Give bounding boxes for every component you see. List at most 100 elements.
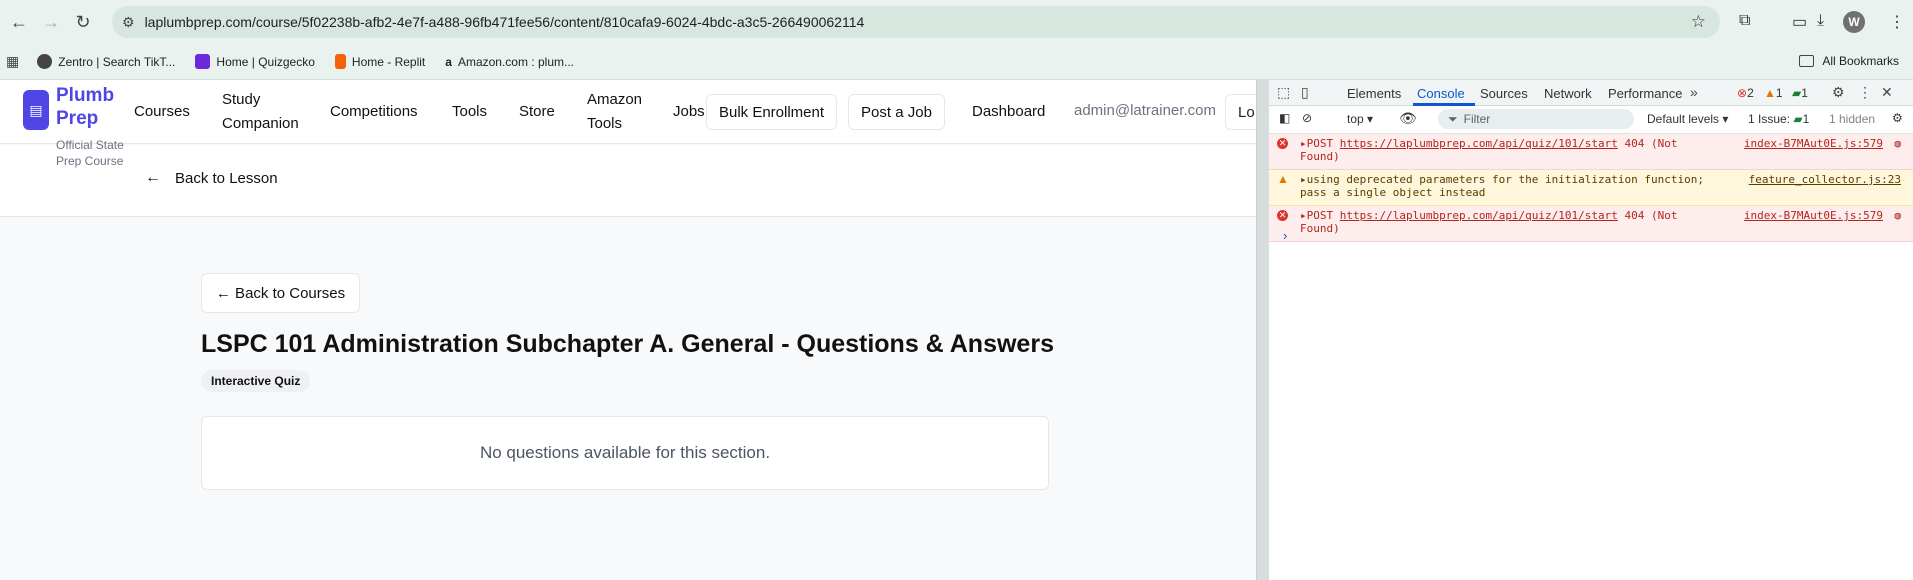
post-job-button[interactable]: Post a Job (848, 94, 945, 130)
log-status-cont: Found) (1300, 222, 1340, 235)
download-icon[interactable]: ⤓ (1817, 12, 1824, 30)
tab-sources[interactable]: Sources (1480, 86, 1528, 101)
cast-icon[interactable]: ▭ (1792, 12, 1807, 32)
nav-tools[interactable]: Tools (452, 100, 487, 124)
log-source-link[interactable]: index-B7MAut0E.js:579 (1744, 209, 1883, 222)
log-text-cont: pass a single object instead (1300, 186, 1486, 199)
brand-line: Plumb (56, 85, 115, 106)
menu-kebab-icon[interactable]: ⋮ (1889, 12, 1905, 32)
site-info-icon[interactable]: ⚙ (122, 14, 135, 31)
bookmarks-bar: ▦ Zentro | Search TikT... Home | Quizgec… (0, 44, 1913, 80)
back-arrow-icon[interactable]: ← (4, 7, 34, 37)
message-count[interactable]: ▰1 (1792, 86, 1808, 100)
all-bookmarks-button[interactable]: All Bookmarks (1799, 54, 1899, 68)
bookmark-label: Amazon.com : plum... (457, 54, 574, 69)
quiz-badge: Interactive Quiz (201, 370, 311, 392)
tab-performance[interactable]: Performance (1608, 86, 1682, 101)
reload-icon[interactable]: ↻ (68, 7, 98, 37)
back-to-courses-button[interactable]: ← Back to Courses (201, 273, 360, 313)
apps-grid-icon[interactable]: ▦ (6, 53, 19, 70)
close-icon[interactable]: ✕ (1881, 84, 1893, 101)
tagline-line: Prep Course (56, 154, 124, 168)
tab-elements[interactable]: Elements (1347, 86, 1401, 101)
all-bookmarks-label: All Bookmarks (1822, 54, 1899, 68)
bookmark-star-icon[interactable]: ☆ (1691, 12, 1706, 32)
console-error-row[interactable]: ✕ ▸POST https://laplumbprep.com/api/quiz… (1269, 134, 1913, 170)
globe-icon: ◍ (1894, 137, 1901, 150)
nav-label: Study (222, 91, 261, 108)
warning-count-value: 1 (1775, 86, 1783, 100)
back-to-lesson-link[interactable]: ← Back to Lesson (145, 169, 278, 187)
log-source-link[interactable]: index-B7MAut0E.js:579 (1744, 137, 1883, 150)
message-count-value: 1 (1801, 86, 1808, 100)
issues-count: 1 (1802, 112, 1810, 126)
forward-arrow-icon[interactable]: → (36, 7, 66, 37)
clear-console-icon[interactable]: ⊘ (1302, 111, 1312, 125)
bulk-enrollment-button[interactable]: Bulk Enrollment (706, 94, 837, 130)
bookmark-zentro[interactable]: Zentro | Search TikT... (37, 54, 175, 69)
console-warning-row[interactable]: ▲ ▸using deprecated parameters for the i… (1269, 170, 1913, 206)
nav-study-companion[interactable]: Study Companion (222, 88, 299, 136)
devtools-menu-icon[interactable]: ⋮ (1858, 84, 1872, 101)
nav-label: Tools (587, 115, 623, 132)
devtools-splitter[interactable] (1256, 80, 1269, 580)
log-method: POST (1306, 209, 1334, 222)
arrow-left-icon: ← (145, 169, 161, 186)
bookmark-amazon[interactable]: a Amazon.com : plum... (445, 55, 574, 69)
more-tabs-icon[interactable]: » (1690, 84, 1698, 100)
amazon-icon: a (445, 54, 452, 69)
address-bar[interactable]: ⚙ laplumbprep.com/course/5f02238b-afb2-4… (112, 6, 1720, 38)
issues-link[interactable]: 1 Issue: ▰1 (1748, 112, 1809, 126)
device-toggle-icon[interactable]: ▯ (1301, 84, 1309, 101)
inspect-icon[interactable]: ⬚ (1277, 84, 1290, 101)
settings-gear-icon[interactable]: ⚙ (1832, 84, 1845, 101)
nav-dashboard[interactable]: Dashboard (972, 100, 1045, 124)
devtools-tabbar: ⬚ ▯ Elements Console Sources Network Per… (1269, 80, 1913, 106)
eye-icon[interactable]: 👁 (1399, 110, 1417, 127)
nav-courses[interactable]: Courses (134, 100, 190, 124)
tab-network[interactable]: Network (1544, 86, 1592, 101)
web-page: ▤ Plumb Prep Courses Study Companion Com… (0, 80, 1256, 580)
log-method: POST (1306, 137, 1334, 150)
console-settings-icon[interactable]: ⚙ (1892, 111, 1903, 125)
profile-avatar[interactable]: W (1843, 11, 1865, 33)
console-log-list: ✕ ▸POST https://laplumbprep.com/api/quiz… (1269, 134, 1913, 242)
filter-placeholder: Filter (1463, 112, 1491, 126)
log-url-link[interactable]: https://laplumbprep.com/api/quiz/101/sta… (1340, 137, 1618, 150)
log-source-link[interactable]: feature_collector.js:23 (1749, 173, 1901, 186)
building-icon[interactable]: ▤ (23, 90, 49, 130)
log-levels-select[interactable]: Default levels ▾ (1647, 112, 1728, 126)
bookmark-replit[interactable]: Home - Replit (334, 54, 425, 69)
error-icon: ✕ (1277, 138, 1288, 149)
globe-icon: ◍ (1894, 209, 1901, 222)
brand-name[interactable]: Plumb Prep (56, 84, 126, 130)
nav-jobs[interactable]: Jobs (673, 100, 705, 124)
log-url-link[interactable]: https://laplumbprep.com/api/quiz/101/sta… (1340, 209, 1618, 222)
context-select[interactable]: top ▾ (1347, 112, 1373, 126)
error-count[interactable]: ⊗2 (1737, 86, 1754, 100)
nav-amazon-tools[interactable]: Amazon Tools (587, 88, 642, 136)
extensions-icon[interactable]: ⧉ (1739, 12, 1750, 30)
issues-label: 1 Issue: (1748, 112, 1791, 126)
warning-count[interactable]: ▲1 (1764, 86, 1783, 100)
log-status: 404 (Not (1624, 137, 1678, 150)
url-text[interactable]: laplumbprep.com/course/5f02238b-afb2-4e7… (145, 14, 865, 30)
globe-icon (37, 54, 53, 69)
bookmark-quizgecko[interactable]: Home | Quizgecko (195, 54, 315, 69)
console-prompt-chevron-icon[interactable]: › (1283, 228, 1287, 243)
quizgecko-icon (195, 54, 211, 69)
brand-line: Prep (56, 108, 99, 129)
log-text: using deprecated parameters for the init… (1306, 173, 1704, 186)
user-email: admin@latrainer.com (1074, 102, 1216, 119)
nav-competitions[interactable]: Competitions (330, 100, 418, 124)
sidebar-toggle-icon[interactable]: ◧ (1279, 111, 1290, 125)
bookmark-label: Zentro | Search TikT... (58, 54, 176, 69)
page-title: LSPC 101 Administration Subchapter A. Ge… (201, 330, 1054, 358)
context-value: top (1347, 112, 1364, 126)
nav-store[interactable]: Store (519, 100, 555, 124)
filter-input[interactable]: ⏷ Filter (1438, 109, 1634, 129)
console-error-row[interactable]: ✕ ▸POST https://laplumbprep.com/api/quiz… (1269, 206, 1913, 242)
logout-button[interactable]: Lo (1225, 94, 1256, 130)
tab-console[interactable]: Console (1417, 86, 1465, 101)
devtools-panel: ⬚ ▯ Elements Console Sources Network Per… (1269, 80, 1913, 580)
